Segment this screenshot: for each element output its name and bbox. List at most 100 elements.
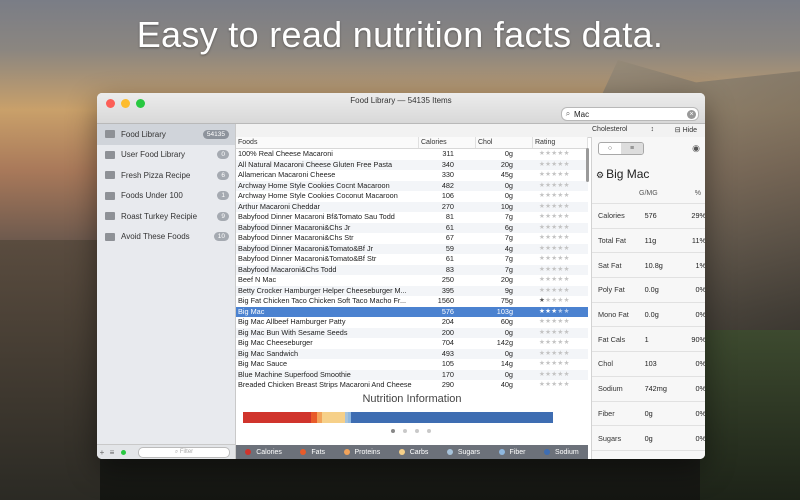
table-row[interactable]: 100% Real Cheese Macaroni 311 0g ★★★★★ [236,149,588,160]
star-icon[interactable]: ★ [564,255,570,262]
sidebar-item[interactable]: Roast Turkey Recipie 9 [97,206,235,227]
table-row[interactable]: All Natural Macaroni Cheese Gluten Free … [236,159,588,171]
table-row[interactable]: Breaded Chicken Breast Strips Macaroni A… [236,380,588,391]
clear-search-icon[interactable]: × [687,109,696,119]
rating-cell[interactable]: ★★★★★ [533,359,588,370]
star-icon[interactable]: ★ [564,329,570,336]
sidebar-item[interactable]: User Food Library 0 [97,145,235,166]
rating-cell[interactable]: ★★★★★ [533,349,588,360]
star-icon[interactable]: ★ [564,182,570,189]
rating-cell[interactable]: ★★★★★ [533,275,588,286]
rating-cell[interactable]: ★★★★★ [533,223,588,234]
rating-cell[interactable]: ★★★★★ [533,149,588,160]
sidebar-item[interactable]: Food Library 54135 [97,124,235,145]
star-icon[interactable]: ★ [564,339,570,346]
star-icon[interactable]: ★ [564,234,570,241]
page-dot[interactable] [403,429,407,433]
food-name-cell: Betty Crocker Hamburger Helper Cheesebur… [238,285,407,295]
star-icon[interactable]: ★ [564,224,570,231]
rating-cell[interactable]: ★★★★★ [533,370,588,381]
star-icon[interactable]: ★ [564,318,570,325]
sidebar-item[interactable]: Fresh Pizza Recipe 6 [97,165,235,186]
search-field[interactable]: ⌕ Mac × [561,107,699,121]
table-row[interactable]: Babyfood Dinner Macaroni&Chs Jr 61 6g ★★★★★ [236,222,588,234]
table-row[interactable]: Babyfood Dinner Macaroni&Chs Str 67 7g ★★★★… [236,233,588,244]
table-row[interactable]: Big Mac Sandwich 493 0g ★★★★★ [236,348,588,360]
col-header-foods[interactable]: Foods [236,137,419,148]
star-icon[interactable]: ★ [564,371,570,378]
rating-cell[interactable]: ★★★★★ [533,181,588,192]
table-row[interactable]: Beef N Mac 250 20g ★★★★★ [236,275,588,286]
table-row[interactable]: Big Mac 576 103g ★★★★★ [236,306,588,318]
page-dot[interactable] [415,429,419,433]
page-dot[interactable] [391,429,395,433]
table-row[interactable]: Big Fat Chicken Taco Chicken Soft Taco M… [236,296,588,307]
star-icon[interactable]: ★ [564,308,570,315]
sort-column-select[interactable]: Cholesterol ↕ [592,126,654,135]
list-icon[interactable]: ≡ [107,448,117,457]
rating-cell[interactable]: ★★★★★ [533,160,588,171]
detail-nutrient-name: Poly Fat [598,285,625,295]
star-icon[interactable]: ★ [564,276,570,283]
hide-detail-button[interactable]: ⊟ Hide [675,126,697,134]
filter-input[interactable]: ⌕ Filter [138,446,230,458]
sidebar-item[interactable]: Foods Under 100 1 [97,186,235,207]
table-row[interactable]: Babyfood Macaroni&Chs Todd 83 7g ★★★★★ [236,264,588,276]
rating-cell[interactable]: ★★★★★ [533,296,588,307]
col-header-rating[interactable]: Rating [533,137,588,148]
list-view-icon[interactable]: ≡ [621,143,643,154]
table-row[interactable]: Babyfood Dinner Macaroni&Tomato&Bf Str 61… [236,254,588,265]
table-row[interactable]: Archway Home Style Cookies Cocnt Macaroo… [236,180,588,192]
star-icon[interactable]: ★ [564,381,570,388]
sidebar-item[interactable]: Avoid These Foods 10 [97,227,235,248]
table-row[interactable]: Arthur Macaroni Cheddar 270 10g ★★★★★ [236,201,588,213]
star-icon[interactable]: ★ [564,350,570,357]
rating-cell[interactable]: ★★★★★ [533,191,588,202]
star-icon[interactable]: ★ [564,213,570,220]
table-row[interactable]: Babyfood Dinner Macaroni&Tomato&Bf Jr 59 4… [236,243,588,255]
rating-cell[interactable]: ★★★★★ [533,244,588,255]
table-row[interactable]: Big Mac Allbeef Hamburger Patty 204 60g ★★★… [236,317,588,328]
rating-cell[interactable]: ★★★★★ [533,170,588,181]
star-icon[interactable]: ★ [564,192,570,199]
rating-cell[interactable]: ★★★★★ [533,202,588,213]
table-row[interactable]: Big Mac Bun With Sesame Seeds 200 0g ★★★★★ [236,327,588,339]
rating-cell[interactable]: ★★★★★ [533,380,588,391]
chart-view-icon[interactable]: ○ [599,143,621,154]
star-icon[interactable]: ★ [564,150,570,157]
star-icon[interactable]: ★ [564,360,570,367]
table-row[interactable]: Big Mac Sauce 105 14g ★★★★★ [236,359,588,370]
col-header-calories[interactable]: Calories [419,137,476,148]
table-row[interactable]: Big Mac Cheeseburger 704 142g ★★★★★ [236,338,588,349]
add-icon[interactable]: + [97,448,107,457]
rating-cell[interactable]: ★★★★★ [533,212,588,223]
table-row[interactable]: Babyfood Dinner Macaroni Bf&Tomato Sau T… [236,212,588,223]
gear-icon[interactable]: ⚙ [596,170,604,180]
rating-cell[interactable]: ★★★★★ [533,338,588,349]
detail-view-toggle[interactable]: ○ ≡ [598,142,644,155]
rating-cell[interactable]: ★★★★★ [533,265,588,276]
col-header-chol[interactable]: Chol [476,137,533,148]
rating-cell[interactable]: ★★★★★ [533,233,588,244]
rating-cell[interactable]: ★★★★★ [533,254,588,265]
table-scrollbar[interactable] [586,148,589,182]
star-icon[interactable]: ★ [564,287,570,294]
table-row[interactable]: Archway Home Style Cookies Coconut Macar… [236,191,588,202]
star-icon[interactable]: ★ [564,245,570,252]
star-icon[interactable]: ★ [564,297,570,304]
rating-cell[interactable]: ★★★★★ [533,317,588,328]
rating-cell[interactable]: ★★★★★ [533,286,588,297]
table-row[interactable]: Blue Machine Superfood Smoothie 170 0g ★★★★… [236,369,588,381]
table-row[interactable]: Betty Crocker Hamburger Helper Cheesebur… [236,285,588,297]
star-icon[interactable]: ★ [564,266,570,273]
rating-cell[interactable]: ★★★★★ [533,328,588,339]
search-input[interactable]: Mac [574,110,687,119]
page-dot[interactable] [427,429,431,433]
rating-cell[interactable]: ★★★★★ [533,307,588,318]
eye-icon[interactable]: ◉ [692,143,700,154]
table-row[interactable]: Allamerican Macaroni Cheese 330 45g ★★★★★ [236,170,588,181]
star-icon[interactable]: ★ [564,203,570,210]
chol-cell: 60g [500,317,513,326]
star-icon[interactable]: ★ [564,171,570,178]
star-icon[interactable]: ★ [564,161,570,168]
